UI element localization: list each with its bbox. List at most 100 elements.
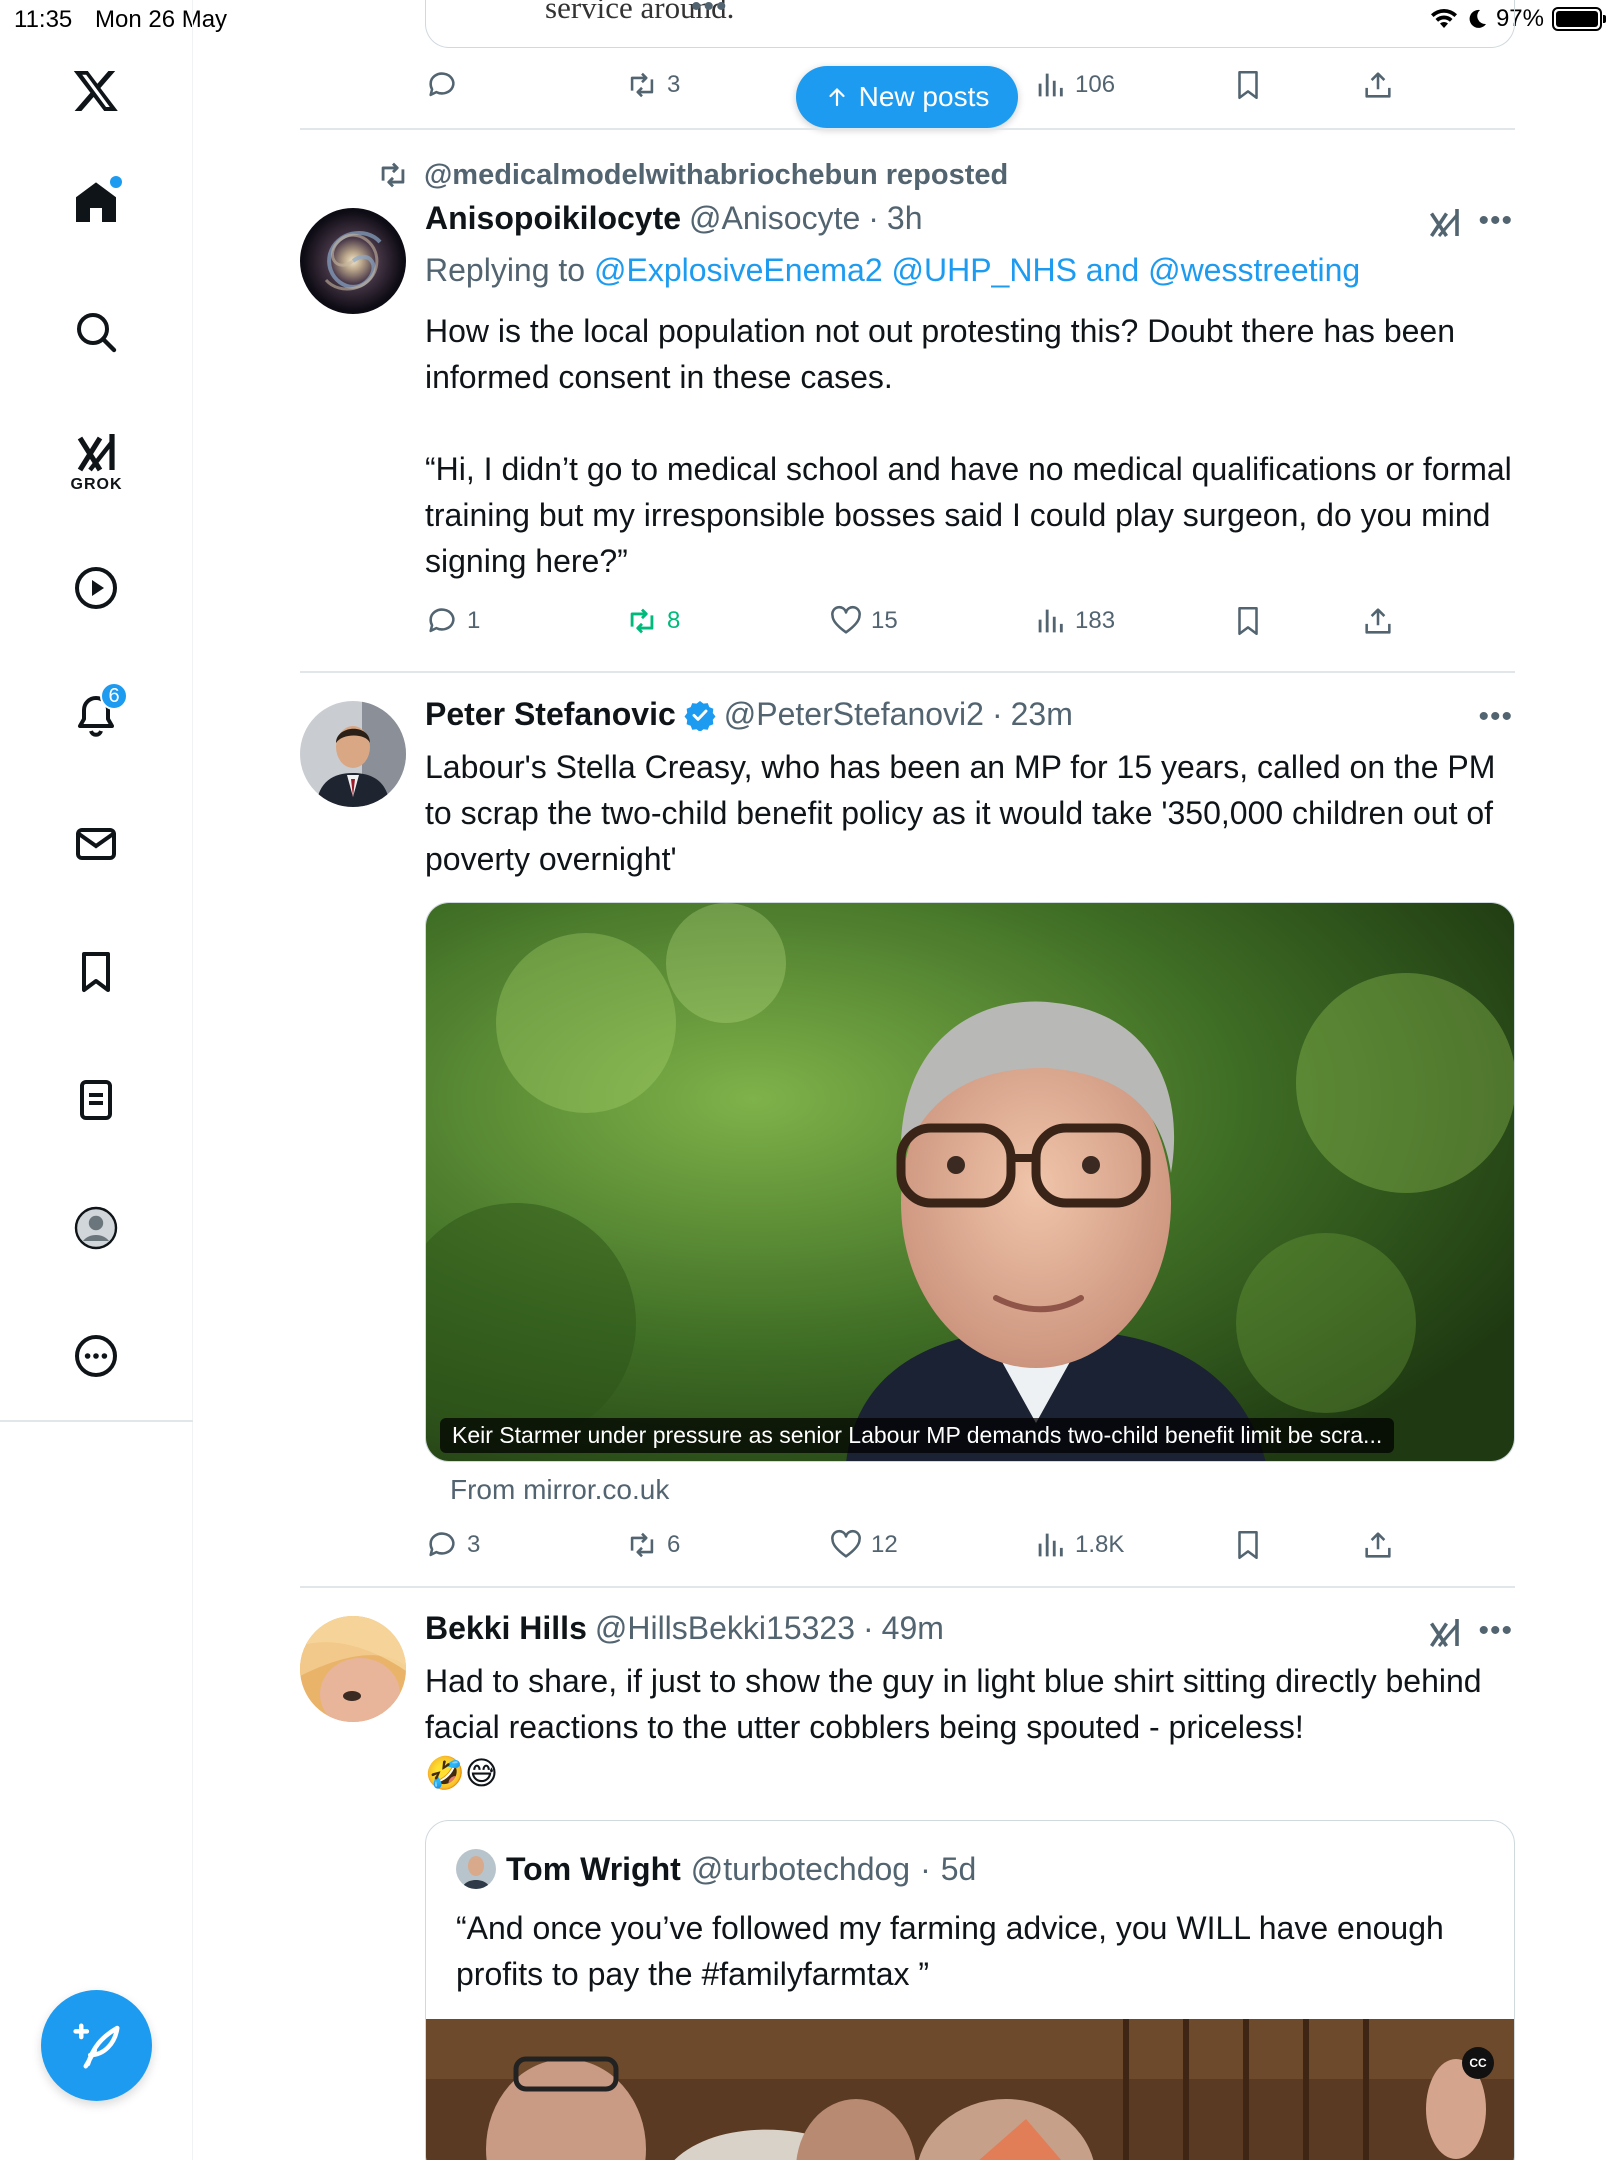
more-options-icon[interactable]: •••	[1478, 700, 1513, 734]
replying-to-mentions[interactable]: @ExplosiveEnema2 @UHP_NHS and @wesstreet…	[594, 252, 1360, 288]
display-name[interactable]: Peter Stefanovic	[425, 696, 676, 733]
grok-label: GROK	[70, 476, 123, 493]
quote-time[interactable]: 5d	[941, 1851, 977, 1888]
share-button[interactable]	[1361, 604, 1395, 638]
emoji-reactions: 🤣😅	[425, 1755, 499, 1791]
avatar[interactable]	[300, 208, 406, 314]
repost-context-text: @medicalmodelwithabriochebun reposted	[424, 158, 1009, 191]
quote-header: Tom Wright @turbotechdog · 5d	[456, 1849, 976, 1889]
more-options-icon[interactable]: •••	[1478, 204, 1513, 238]
quote-avatar[interactable]	[456, 1849, 496, 1889]
card-more-dots: •••	[691, 0, 729, 23]
avatar[interactable]	[300, 1616, 406, 1722]
post-header: Bekki Hills @HillsBekki15323 · 49m	[425, 1610, 944, 1647]
new-posts-label: New posts	[858, 81, 990, 112]
user-handle[interactable]: @HillsBekki15323	[595, 1610, 855, 1647]
quote-display-name[interactable]: Tom Wright	[506, 1851, 681, 1888]
separator-dot: ·	[863, 1610, 874, 1646]
timeline-feed: service around. ••• 3 106 New posts @med…	[300, 0, 1515, 2160]
sidebar: GROK 6	[0, 0, 193, 2160]
divider	[300, 128, 1515, 130]
user-handle[interactable]: @PeterStefanovi2	[724, 696, 984, 733]
divider	[300, 671, 1515, 673]
reply-icon	[429, 1532, 455, 1557]
repost-count: 8	[667, 607, 681, 634]
profile-avatar-icon[interactable]	[62, 1194, 130, 1262]
reply-count: 3	[467, 1531, 481, 1558]
separator-dot: ·	[991, 696, 1003, 732]
link-source[interactable]: From mirror.co.uk	[450, 1474, 669, 1506]
repost-icon	[630, 608, 654, 634]
verified-badge-icon	[684, 700, 716, 731]
compose-feather-icon	[72, 2023, 119, 2068]
views-chart-icon	[1038, 73, 1063, 97]
reply-button[interactable]	[425, 68, 459, 102]
reply-icon	[429, 72, 455, 97]
reply-count: 1	[467, 607, 481, 634]
notifications-bell-icon[interactable]: 6	[62, 682, 130, 750]
video-play-icon[interactable]	[62, 554, 130, 622]
post-text: How is the local population not out prot…	[425, 313, 1512, 579]
more-circle-icon[interactable]	[62, 1322, 130, 1390]
man-in-suit-avatar-image	[300, 701, 406, 807]
like-button[interactable]: 12	[829, 1528, 898, 1562]
link-card-title: Keir Starmer under pressure as senior La…	[440, 1418, 1395, 1453]
like-count: 15	[871, 607, 898, 634]
bookmark-icon	[1238, 606, 1258, 636]
bookmark-button[interactable]	[1231, 68, 1265, 102]
grok-explain-icon[interactable]	[1427, 1616, 1463, 1652]
views-button[interactable]: 183	[1033, 604, 1115, 638]
repost-icon	[630, 1532, 654, 1558]
post-header: Anisopoikilocyte @Anisocyte · 3h	[425, 200, 923, 237]
replying-to: Replying to @ExplosiveEnema2 @UHP_NHS an…	[425, 252, 1360, 289]
bookmark-button[interactable]	[1231, 1528, 1265, 1562]
parliament-video-thumbnail	[426, 2019, 1514, 2160]
repost-button[interactable]: 3	[625, 68, 680, 102]
post-time[interactable]: 23m	[1011, 696, 1073, 733]
avatar[interactable]	[300, 701, 406, 807]
lists-icon[interactable]	[62, 1066, 130, 1134]
replying-prefix: Replying to	[425, 252, 586, 288]
messages-envelope-icon[interactable]	[62, 810, 130, 878]
display-name[interactable]: Bekki Hills	[425, 1610, 587, 1647]
x-logo-icon[interactable]	[62, 56, 130, 124]
home-icon[interactable]	[62, 168, 130, 236]
separator-dot: ·	[920, 1850, 931, 1887]
post-time[interactable]: 49m	[882, 1610, 944, 1647]
quote-video[interactable]: CC	[426, 2019, 1514, 2160]
truncated-link-card[interactable]: service around. •••	[425, 0, 1515, 48]
reply-button[interactable]: 1	[425, 604, 480, 638]
views-count: 183	[1075, 607, 1116, 634]
views-chart-icon	[1038, 609, 1063, 633]
quoted-post[interactable]: Tom Wright @turbotechdog · 5d “And once …	[425, 1820, 1515, 2160]
search-icon[interactable]	[62, 298, 130, 366]
repost-icon	[381, 162, 405, 188]
repost-context: @medicalmodelwithabriochebun reposted	[376, 158, 1008, 192]
user-handle[interactable]: @Anisocyte	[689, 200, 860, 237]
link-card-image[interactable]: Keir Starmer under pressure as senior La…	[425, 902, 1515, 1462]
share-icon	[1365, 72, 1391, 98]
reply-button[interactable]: 3	[425, 1528, 480, 1562]
repost-button[interactable]: 8	[625, 604, 680, 638]
more-options-icon[interactable]: •••	[1478, 1614, 1513, 1648]
views-button[interactable]: 106	[1033, 68, 1115, 102]
compose-button[interactable]	[41, 1990, 152, 2101]
post-time[interactable]: 3h	[887, 200, 923, 237]
like-button[interactable]: 15	[829, 604, 898, 638]
grok-explain-icon[interactable]	[1427, 206, 1463, 242]
home-unread-dot	[110, 176, 122, 188]
views-button[interactable]: 1.8K	[1033, 1528, 1124, 1562]
repost-count: 3	[667, 71, 681, 98]
bookmarks-icon[interactable]	[62, 938, 130, 1006]
share-button[interactable]	[1361, 1528, 1395, 1562]
display-name[interactable]: Anisopoikilocyte	[425, 200, 681, 237]
share-button[interactable]	[1361, 68, 1395, 102]
woman-blonde-avatar-image	[300, 1616, 406, 1722]
quote-handle[interactable]: @turbotechdog	[691, 1851, 910, 1888]
bookmark-button[interactable]	[1231, 604, 1265, 638]
new-posts-button[interactable]: New posts	[796, 66, 1018, 128]
repost-button[interactable]: 6	[625, 1528, 680, 1562]
man-avatar-image	[456, 1849, 496, 1889]
arrow-up-icon	[829, 87, 845, 107]
closed-captions-icon[interactable]: CC	[1462, 2047, 1494, 2079]
